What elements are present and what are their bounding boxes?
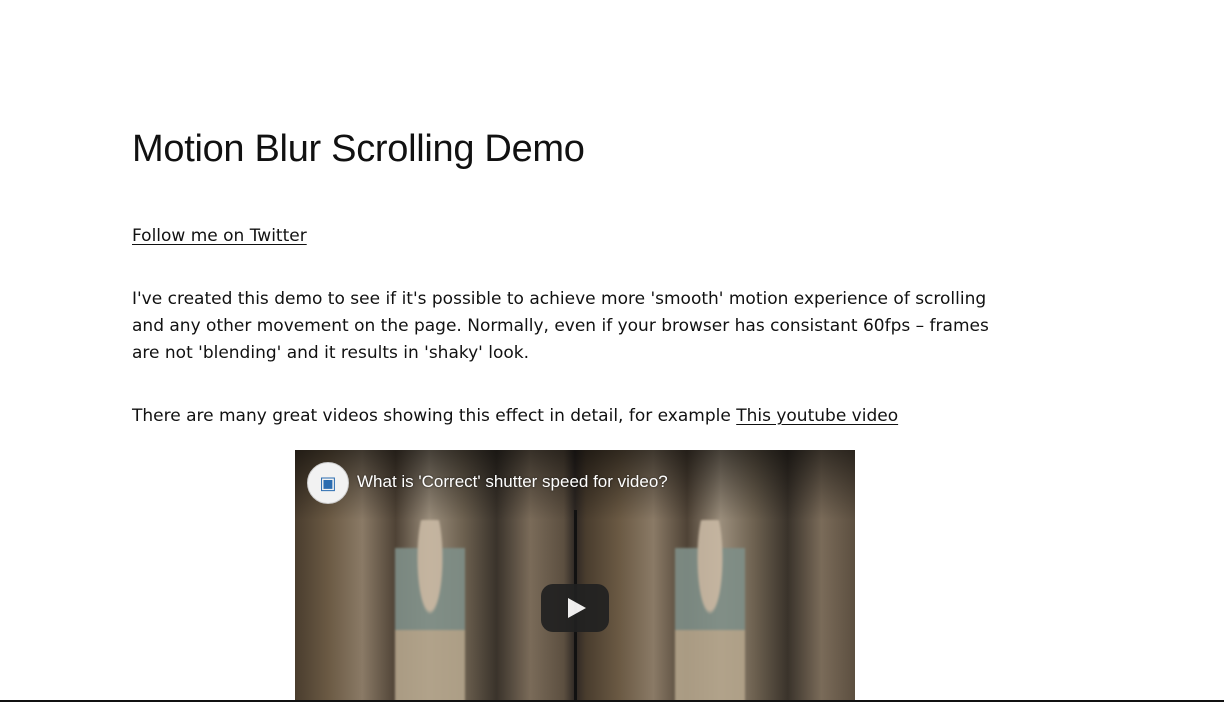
twitter-link[interactable]: Follow me on Twitter xyxy=(132,226,307,246)
youtube-video-embed[interactable]: ▣ What is 'Correct' shutter speed for vi… xyxy=(295,450,855,702)
video-title[interactable]: What is 'Correct' shutter speed for vide… xyxy=(357,472,668,492)
intro-paragraph: I've created this demo to see if it's po… xyxy=(132,289,989,363)
channel-avatar-icon[interactable]: ▣ xyxy=(307,462,349,504)
youtube-link[interactable]: This youtube video xyxy=(736,406,898,426)
page-title: Motion Blur Scrolling Demo xyxy=(132,128,585,170)
video-thumbnail-figure xyxy=(675,520,745,702)
play-button[interactable] xyxy=(541,584,609,632)
videos-paragraph: There are many great videos showing this… xyxy=(132,403,1032,430)
video-thumbnail-figure xyxy=(395,520,465,702)
videos-text: There are many great videos showing this… xyxy=(132,406,737,426)
play-icon xyxy=(568,598,586,618)
